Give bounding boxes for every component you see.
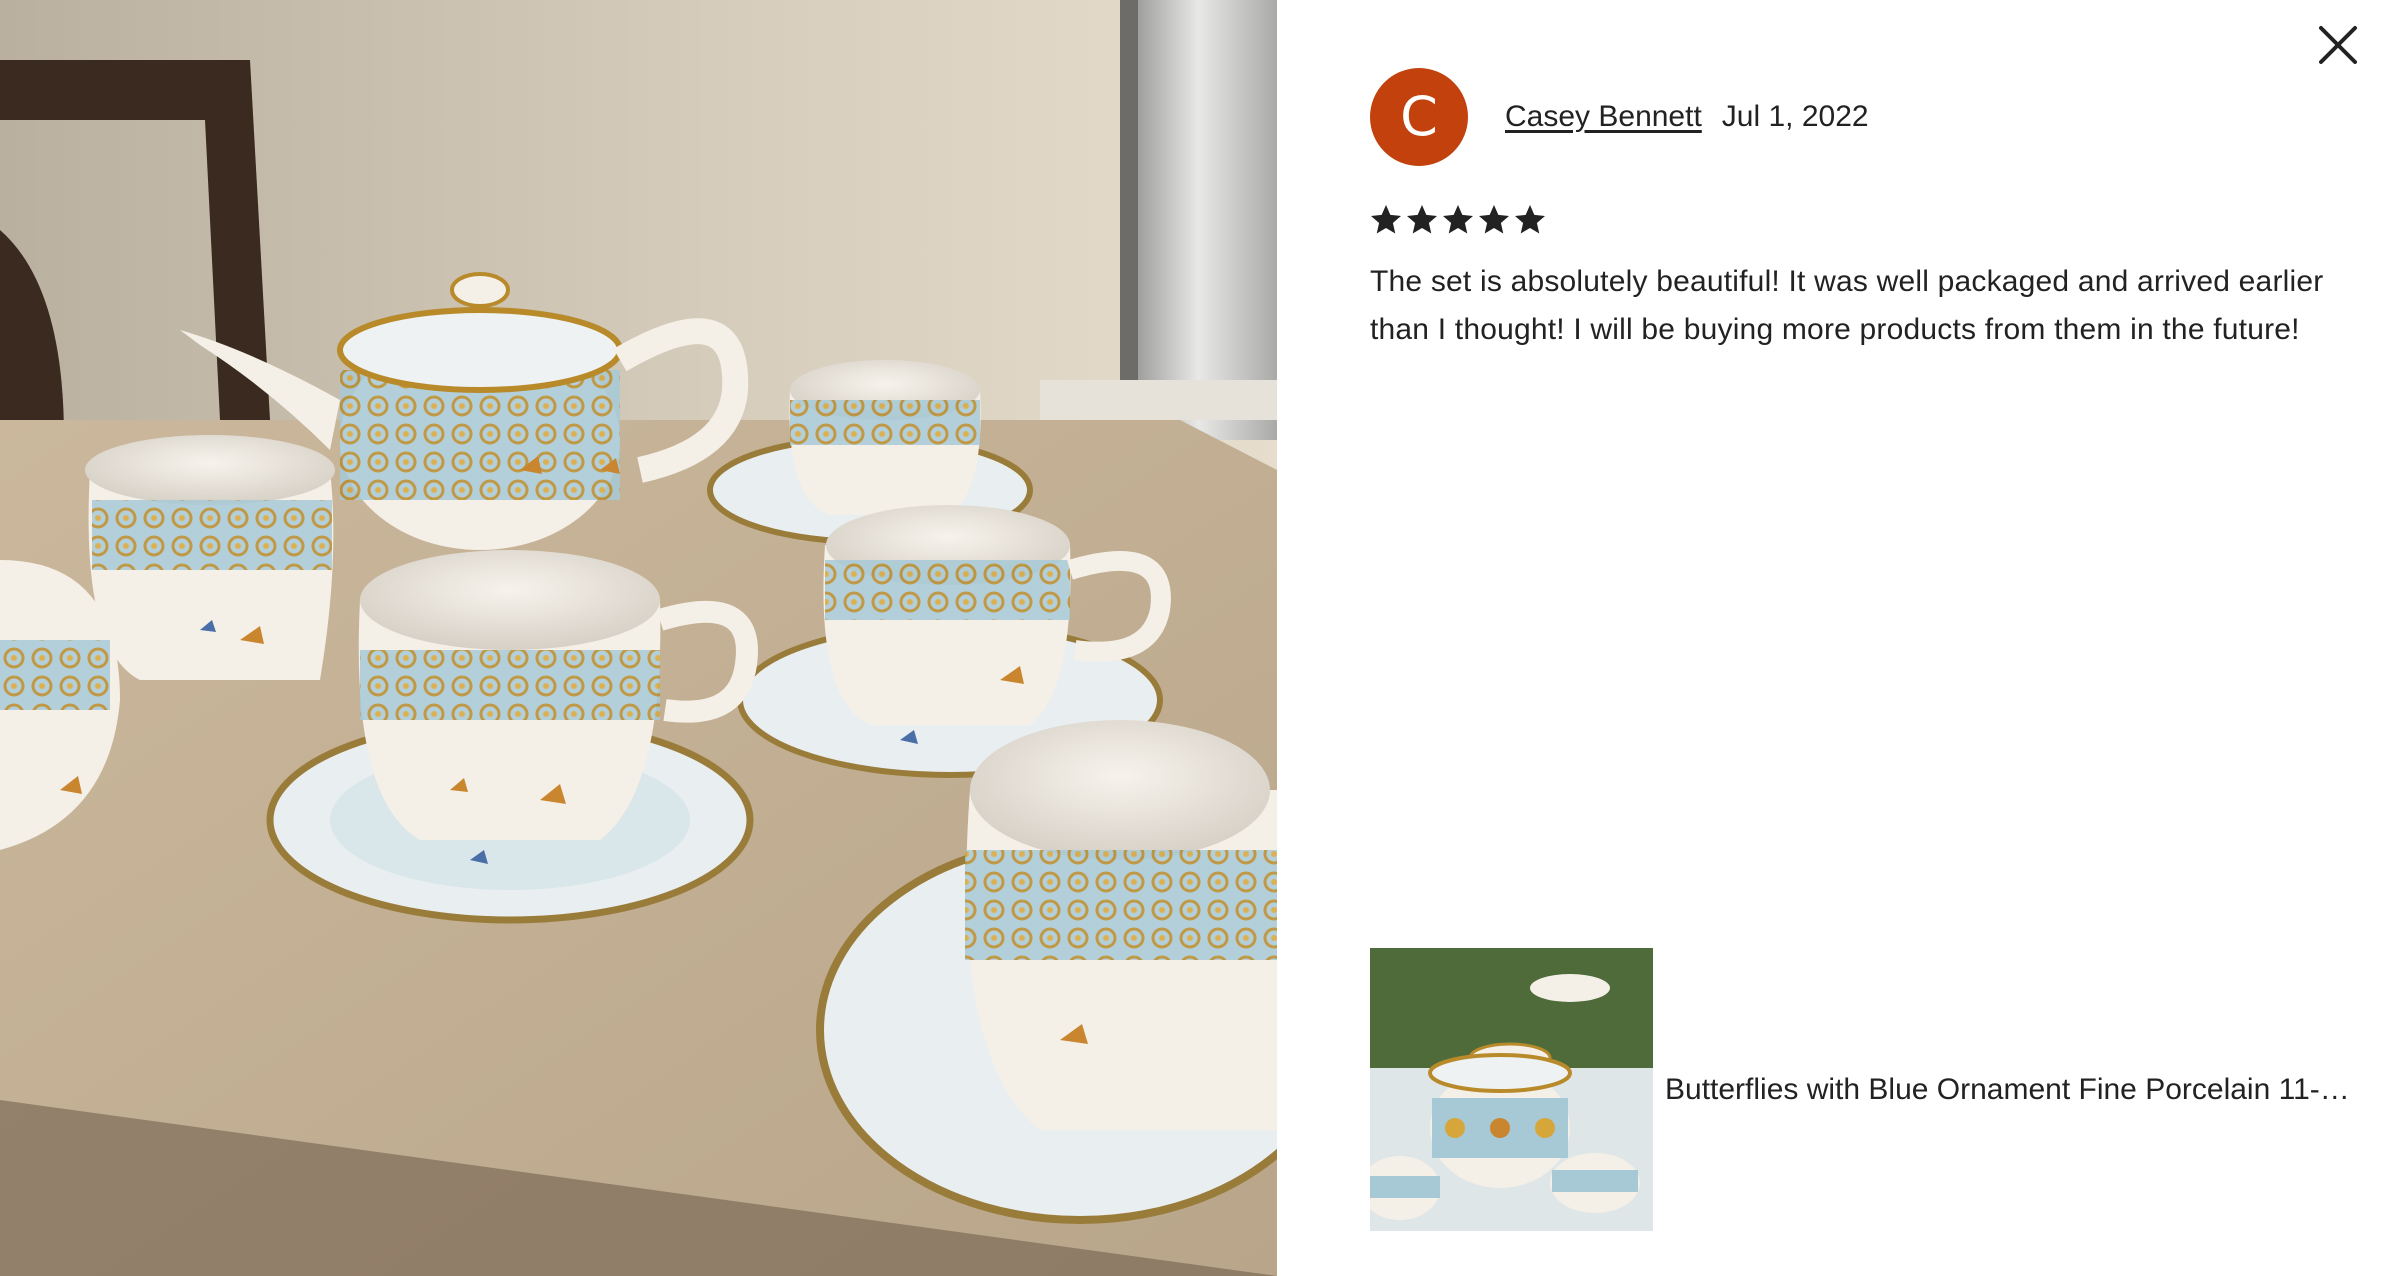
product-title[interactable]: Butterflies with Blue Ornament Fine Porc… [1665,1073,2365,1107]
review-details-panel: C Casey Bennett Jul 1, 2022 The set is a… [1277,0,2396,1276]
star-icon [1479,205,1509,234]
star-icon [1515,205,1545,234]
review-photo [0,0,1277,1276]
teaset-photo-image [0,0,1277,1276]
avatar: C [1370,68,1468,166]
reviewer-name-link[interactable]: Casey Bennett [1505,100,1702,134]
star-rating [1368,202,1548,238]
star-icon [1371,205,1401,234]
close-icon [2319,26,2357,64]
close-button[interactable] [2315,22,2361,68]
review-header: C Casey Bennett Jul 1, 2022 [1370,68,1869,166]
reviewed-product-link[interactable]: Butterflies with Blue Ornament Fine Porc… [1370,948,2365,1231]
review-text: The set is absolutely beautiful! It was … [1370,265,2324,346]
star-icon [1407,205,1437,234]
product-thumbnail[interactable] [1370,948,1653,1231]
review-date: Jul 1, 2022 [1721,100,1869,133]
product-thumbnail-image [1370,948,1653,1231]
star-icon [1443,205,1473,234]
